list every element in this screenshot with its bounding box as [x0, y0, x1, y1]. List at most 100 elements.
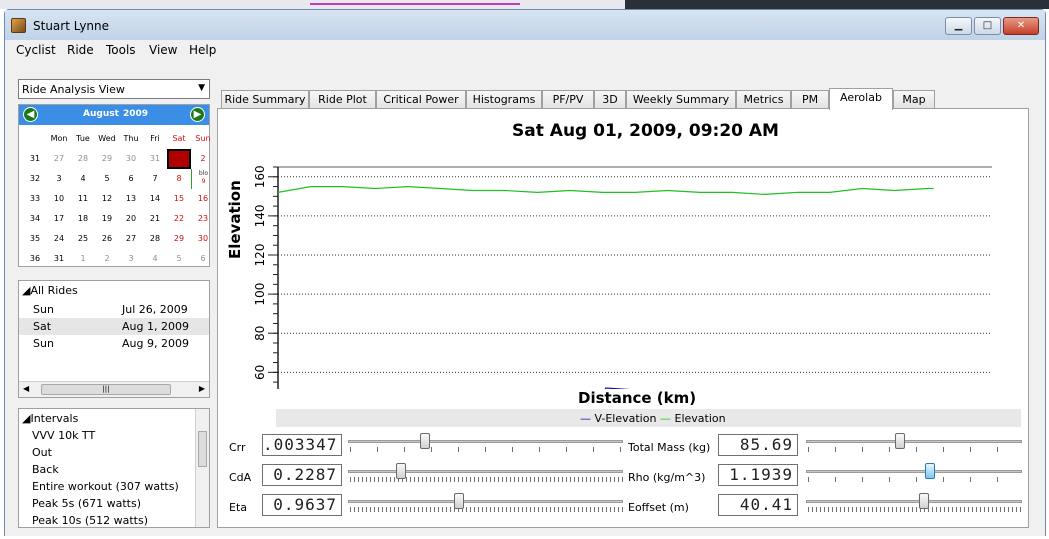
- arrow-right-icon[interactable]: ▶: [190, 107, 205, 122]
- calendar-day[interactable]: 16: [191, 189, 215, 209]
- menu-help[interactable]: Help: [189, 43, 216, 57]
- calendar-day[interactable]: 21: [143, 209, 167, 229]
- slider-handle[interactable]: [895, 433, 905, 449]
- calendar-day[interactable]: 15: [167, 189, 191, 209]
- calendar-day[interactable]: 28: [71, 149, 95, 169]
- calendar-day[interactable]: 10: [47, 189, 71, 209]
- slider-track[interactable]: [806, 500, 1022, 503]
- calendar-day[interactable]: 8: [167, 169, 191, 189]
- calendar-day[interactable]: 28: [143, 229, 167, 249]
- menu-view[interactable]: View: [149, 43, 177, 57]
- calendar-day[interactable]: 5: [167, 249, 191, 269]
- tab-ride-plot[interactable]: Ride Plot: [309, 90, 376, 109]
- calendar-day[interactable]: blo 9: [191, 169, 215, 189]
- calendar-day[interactable]: 1: [71, 249, 95, 269]
- title-bar[interactable]: Stuart Lynne ▁ □ ✕: [5, 10, 1045, 40]
- slider-handle[interactable]: [919, 493, 929, 509]
- calendar-month[interactable]: August: [83, 109, 119, 119]
- calendar-day[interactable]: [167, 149, 191, 169]
- slider-track[interactable]: [348, 440, 623, 443]
- tab-map[interactable]: Map: [893, 90, 935, 109]
- scroll-left-icon[interactable]: ◀: [23, 384, 29, 393]
- slider-track[interactable]: [806, 440, 1022, 443]
- calendar-day[interactable]: 3: [47, 169, 71, 189]
- rides-root[interactable]: ◢All Rides: [22, 284, 78, 297]
- intervals-scrollbar[interactable]: [195, 409, 209, 527]
- interval-item[interactable]: Peak 5s (671 watts): [32, 495, 197, 512]
- close-button[interactable]: ✕: [1003, 17, 1039, 35]
- slider-handle[interactable]: [454, 493, 464, 509]
- rides-scrollbar[interactable]: ◀ ||| ▶: [19, 381, 209, 397]
- view-select[interactable]: Ride Analysis View ▼: [18, 79, 210, 99]
- calendar-day[interactable]: 13: [119, 189, 143, 209]
- cda-slider[interactable]: [348, 463, 623, 483]
- maximize-button[interactable]: □: [974, 17, 1001, 35]
- calendar-day[interactable]: 2: [191, 149, 215, 169]
- calendar-day[interactable]: 20: [119, 209, 143, 229]
- scroll-right-icon[interactable]: ▶: [199, 384, 205, 393]
- menu-tools[interactable]: Tools: [106, 43, 136, 57]
- calendar-day[interactable]: 6: [191, 249, 215, 269]
- calendar-day[interactable]: 23: [191, 209, 215, 229]
- tab-pf-pv[interactable]: PF/PV: [542, 90, 594, 109]
- eta-field[interactable]: 0.9637: [262, 494, 342, 516]
- crr-slider[interactable]: [348, 433, 623, 453]
- arrow-left-icon[interactable]: ◀: [23, 107, 38, 122]
- calendar-day[interactable]: 4: [71, 169, 95, 189]
- tab-histograms[interactable]: Histograms: [466, 90, 542, 109]
- mass-slider[interactable]: [806, 433, 1022, 453]
- minimize-button[interactable]: ▁: [945, 17, 972, 35]
- slider-handle[interactable]: [396, 463, 406, 479]
- calendar-day[interactable]: 30: [191, 229, 215, 249]
- cda-field[interactable]: 0.2287: [262, 464, 342, 486]
- menu-cyclist[interactable]: Cyclist: [16, 43, 56, 57]
- interval-item[interactable]: Back: [32, 461, 197, 478]
- calendar-day[interactable]: 29: [95, 149, 119, 169]
- crr-field[interactable]: .003347: [262, 434, 342, 456]
- tab-critical-power[interactable]: Critical Power: [376, 90, 466, 109]
- calendar-day[interactable]: 7: [143, 169, 167, 189]
- calendar-year[interactable]: 2009: [123, 109, 148, 119]
- intervals-root[interactable]: ◢Intervals: [22, 410, 187, 427]
- calendar-day[interactable]: 27: [47, 149, 71, 169]
- calendar-day[interactable]: 11: [71, 189, 95, 209]
- calendar-day[interactable]: 5: [95, 169, 119, 189]
- calendar-day[interactable]: 4: [143, 249, 167, 269]
- tab-3d[interactable]: 3D: [594, 90, 626, 109]
- calendar-day[interactable]: 25: [71, 229, 95, 249]
- calendar-day[interactable]: 30: [119, 149, 143, 169]
- tab-pm[interactable]: PM: [791, 90, 829, 109]
- slider-handle[interactable]: [420, 433, 430, 449]
- calendar-day[interactable]: 29: [167, 229, 191, 249]
- calendar-day[interactable]: 31: [47, 249, 71, 269]
- calendar-day[interactable]: 19: [95, 209, 119, 229]
- calendar-day[interactable]: 26: [95, 229, 119, 249]
- interval-item[interactable]: Peak 10s (512 watts): [32, 512, 197, 529]
- slider-track[interactable]: [348, 470, 623, 473]
- calendar-day[interactable]: 2: [95, 249, 119, 269]
- slider-handle[interactable]: [925, 463, 935, 479]
- tab-ride-summary[interactable]: Ride Summary: [221, 90, 309, 109]
- calendar-day[interactable]: 18: [71, 209, 95, 229]
- ride-row[interactable]: Sun Jul 26, 2009: [19, 301, 209, 318]
- ride-row[interactable]: Sat Aug 1, 2009: [19, 318, 209, 335]
- tab-weekly-summary[interactable]: Weekly Summary: [626, 90, 736, 109]
- calendar-day[interactable]: 3: [119, 249, 143, 269]
- scroll-thumb[interactable]: [198, 431, 207, 467]
- menu-ride[interactable]: Ride: [67, 43, 94, 57]
- eta-slider[interactable]: [348, 493, 623, 513]
- calendar-day[interactable]: 31: [143, 149, 167, 169]
- tab-aerolab[interactable]: Aerolab: [829, 88, 893, 110]
- calendar-day[interactable]: 12: [95, 189, 119, 209]
- ride-row[interactable]: Sun Aug 9, 2009: [19, 335, 209, 352]
- calendar-day[interactable]: 22: [167, 209, 191, 229]
- rho-slider[interactable]: [806, 463, 1022, 483]
- interval-item[interactable]: Entire workout (307 watts): [32, 478, 197, 495]
- calendar-day[interactable]: 17: [47, 209, 71, 229]
- interval-item[interactable]: Out: [32, 444, 197, 461]
- interval-item[interactable]: VVV 10k TT: [32, 427, 197, 444]
- rho-field[interactable]: 1.1939: [718, 464, 798, 486]
- eoffset-field[interactable]: 40.41: [718, 494, 798, 516]
- tab-metrics[interactable]: Metrics: [736, 90, 791, 109]
- slider-track[interactable]: [806, 470, 1022, 473]
